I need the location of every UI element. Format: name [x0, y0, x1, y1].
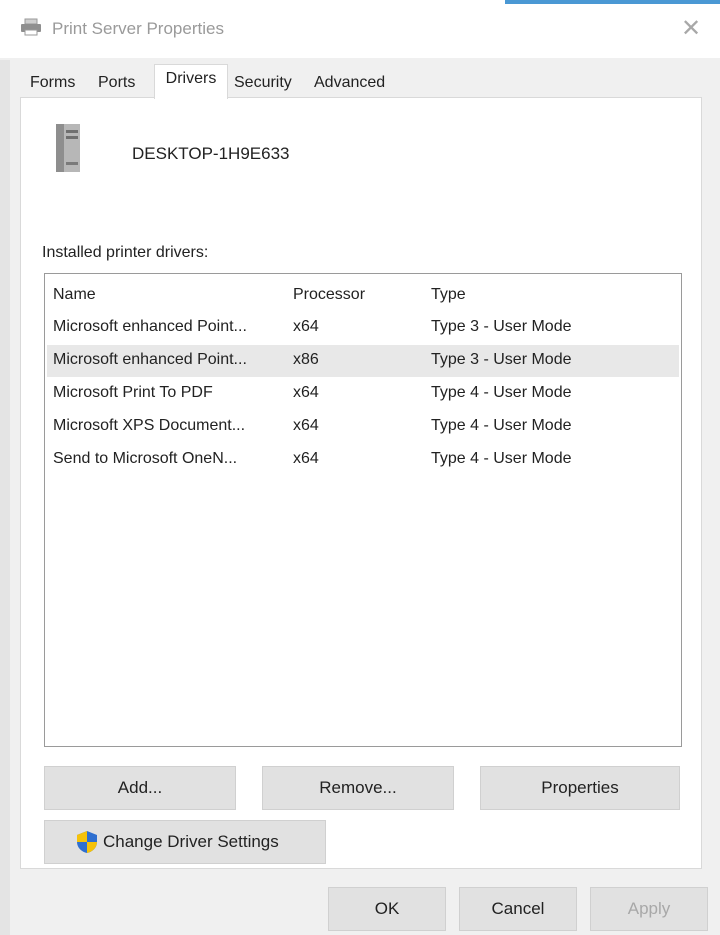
- ok-button[interactable]: OK: [328, 887, 446, 931]
- close-button[interactable]: ✕: [676, 14, 706, 44]
- add-driver-button[interactable]: Add...: [44, 766, 236, 810]
- tab-drivers[interactable]: Drivers: [154, 64, 228, 99]
- driver-type: Type 4 - User Mode: [431, 450, 572, 467]
- table-row[interactable]: Microsoft enhanced Point... x64 Type 3 -…: [47, 312, 679, 344]
- column-header-processor[interactable]: Processor: [293, 286, 365, 304]
- remove-driver-button[interactable]: Remove...: [262, 766, 454, 810]
- driver-processor: x64: [293, 318, 319, 335]
- table-row[interactable]: Microsoft XPS Document... x64 Type 4 - U…: [47, 411, 679, 443]
- driver-name: Microsoft Print To PDF: [53, 384, 213, 401]
- driver-name: Microsoft enhanced Point...: [53, 318, 247, 335]
- column-header-type[interactable]: Type: [431, 286, 466, 304]
- tab-strip: Forms Ports Drivers Security Advanced: [18, 64, 702, 99]
- driver-type: Type 3 - User Mode: [431, 351, 572, 368]
- tab-security[interactable]: Security: [234, 70, 304, 96]
- window-title: Print Server Properties: [52, 19, 224, 38]
- installed-drivers-label: Installed printer drivers:: [42, 244, 209, 261]
- driver-name: Microsoft XPS Document...: [53, 417, 246, 434]
- tab-ports[interactable]: Ports: [98, 70, 142, 96]
- driver-processor: x64: [293, 450, 319, 467]
- column-header-name[interactable]: Name: [53, 286, 96, 304]
- background-window-accent: [505, 0, 720, 4]
- printer-icon: [21, 18, 41, 36]
- driver-properties-button[interactable]: Properties: [480, 766, 680, 810]
- apply-button[interactable]: Apply: [590, 887, 708, 931]
- uac-shield-icon: [77, 831, 97, 853]
- tab-forms[interactable]: Forms: [30, 70, 82, 96]
- driver-name: Send to Microsoft OneN...: [53, 450, 238, 467]
- table-row[interactable]: Send to Microsoft OneN... x64 Type 4 - U…: [47, 444, 679, 476]
- driver-name: Microsoft enhanced Point...: [53, 351, 247, 368]
- close-icon: ✕: [680, 15, 702, 42]
- driver-type: Type 3 - User Mode: [431, 318, 572, 335]
- driver-type: Type 4 - User Mode: [431, 417, 572, 434]
- cancel-button[interactable]: Cancel: [459, 887, 577, 931]
- change-driver-settings-button[interactable]: Change Driver Settings: [44, 820, 326, 864]
- tab-advanced[interactable]: Advanced: [314, 70, 398, 96]
- driver-processor: x86: [293, 351, 319, 368]
- server-name: DESKTOP-1H9E633: [132, 144, 290, 163]
- server-tower-icon: [56, 124, 80, 172]
- table-row[interactable]: Microsoft enhanced Point... x86 Type 3 -…: [47, 345, 679, 377]
- driver-processor: x64: [293, 384, 319, 401]
- driver-type: Type 4 - User Mode: [431, 384, 572, 401]
- drivers-list[interactable]: Name Processor Type Microsoft enhanced P…: [44, 273, 682, 747]
- background-window-edge: [0, 60, 10, 935]
- driver-processor: x64: [293, 417, 319, 434]
- change-driver-settings-label: Change Driver Settings: [103, 832, 279, 851]
- table-row[interactable]: Microsoft Print To PDF x64 Type 4 - User…: [47, 378, 679, 410]
